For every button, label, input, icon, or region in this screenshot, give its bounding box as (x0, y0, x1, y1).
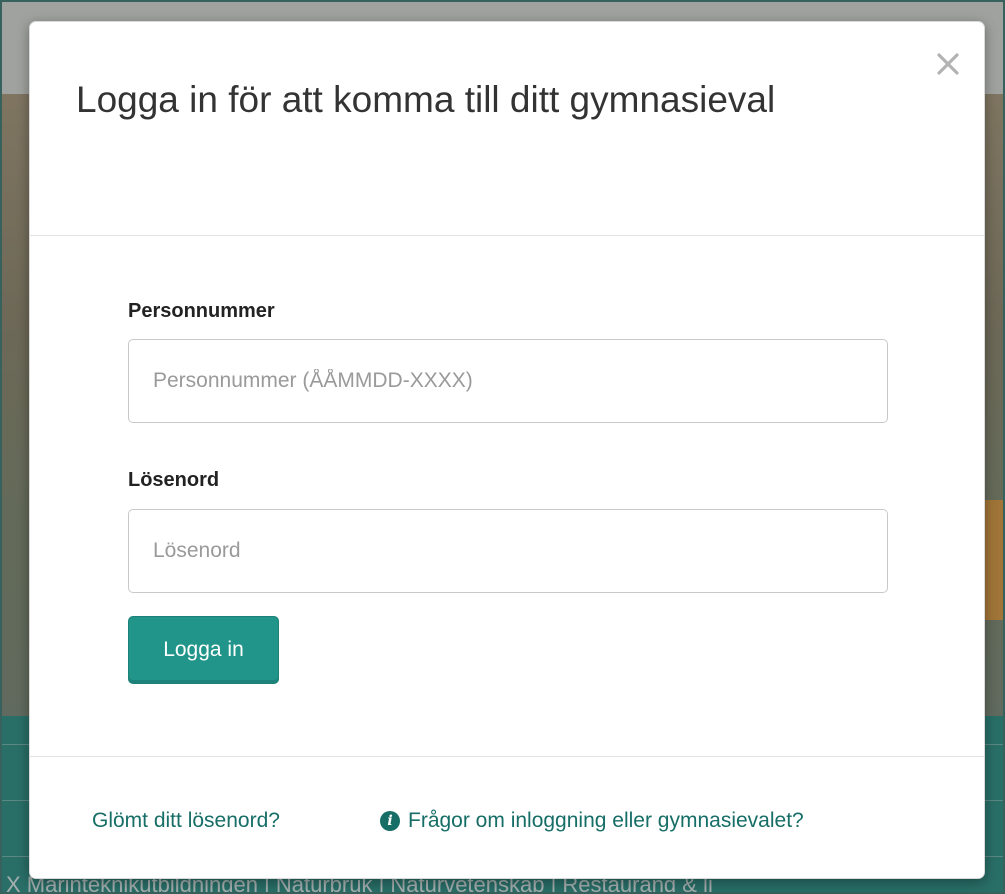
modal-footer: Glömt ditt lösenord? i Frågor om inloggn… (30, 756, 984, 878)
password-label: Lösenord (128, 469, 220, 491)
login-help-label: Frågor om inloggning eller gymnasievalet… (408, 809, 804, 832)
info-icon: i (380, 811, 400, 831)
close-icon (930, 46, 966, 82)
close-button[interactable] (930, 46, 966, 82)
modal-header: Logga in för att komma till ditt gymnasi… (30, 22, 984, 236)
login-button[interactable]: Logga in (128, 616, 279, 684)
password-input[interactable] (128, 509, 888, 593)
login-help-link[interactable]: i Frågor om inloggning eller gymnasieval… (380, 809, 804, 833)
modal-title: Logga in för att komma till ditt gymnasi… (76, 79, 776, 120)
forgot-password-link[interactable]: Glömt ditt lösenord? (92, 809, 280, 833)
personnummer-input[interactable] (128, 339, 888, 423)
modal-body: Personnummer Lösenord Logga in (30, 236, 984, 756)
login-modal: Logga in för att komma till ditt gymnasi… (29, 21, 985, 879)
personnummer-label: Personnummer (128, 300, 275, 322)
